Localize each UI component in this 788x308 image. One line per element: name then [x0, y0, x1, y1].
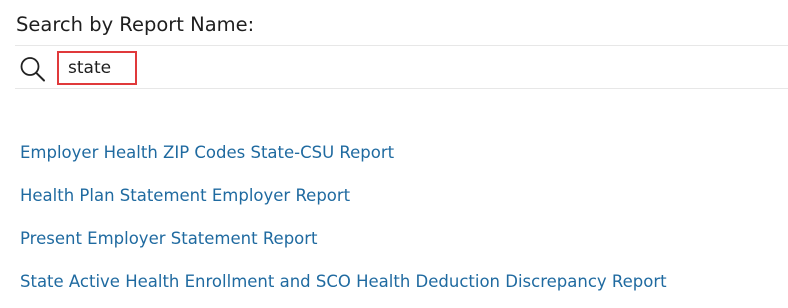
report-link-state-active-health-enrollment[interactable]: State Active Health Enrollment and SCO H…	[20, 272, 667, 291]
search-input[interactable]	[57, 51, 137, 85]
list-item: Health Plan Statement Employer Report	[20, 179, 667, 222]
list-item: Employer Health ZIP Codes State-CSU Repo…	[20, 136, 667, 179]
report-link-present-employer-statement[interactable]: Present Employer Statement Report	[20, 229, 318, 248]
report-link-health-plan-statement[interactable]: Health Plan Statement Employer Report	[20, 186, 350, 205]
search-bar	[15, 45, 788, 89]
list-item: State Active Health Enrollment and SCO H…	[20, 265, 667, 308]
search-icon[interactable]	[19, 56, 47, 82]
list-item: Present Employer Statement Report	[20, 222, 667, 265]
search-title: Search by Report Name:	[16, 13, 255, 36]
report-link-employer-health-zip-codes[interactable]: Employer Health ZIP Codes State-CSU Repo…	[20, 143, 394, 162]
results-list: Employer Health ZIP Codes State-CSU Repo…	[20, 136, 667, 308]
